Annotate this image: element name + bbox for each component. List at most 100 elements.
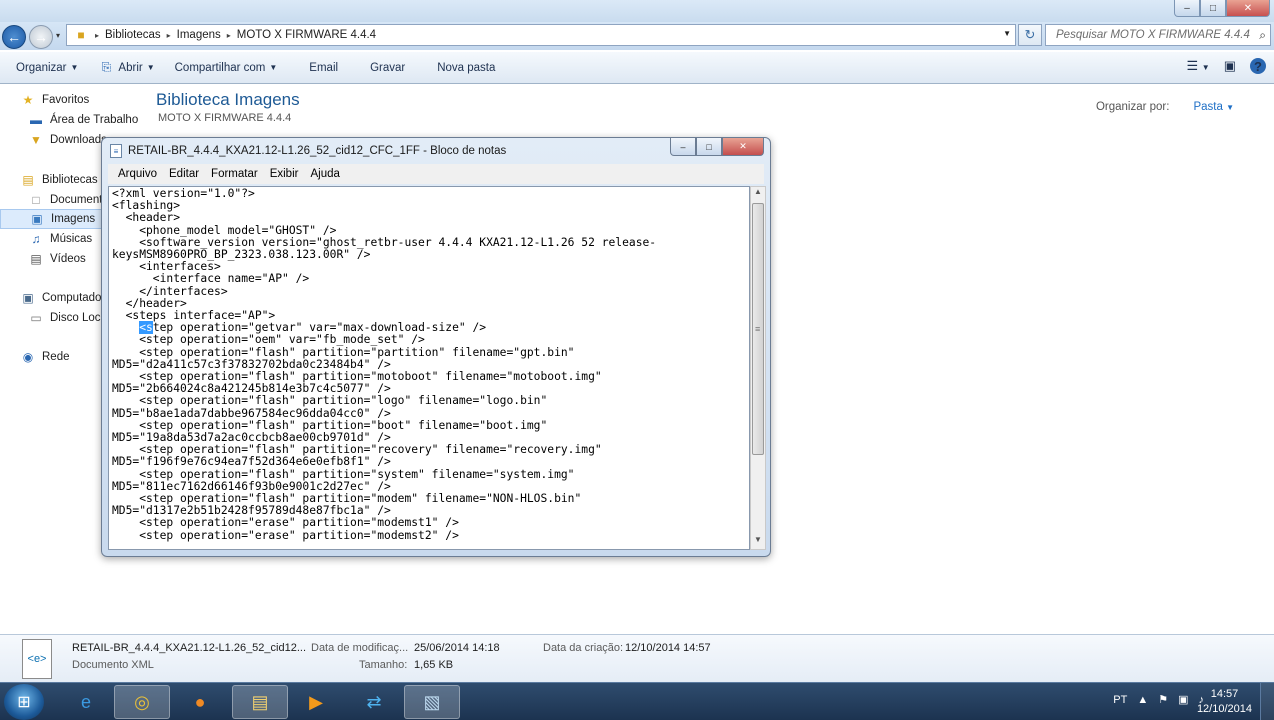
notepad-icon: ⎘ [101,60,112,74]
grip-icon: ≡ [755,324,761,334]
chrome-icon[interactable]: ◎ [114,685,170,719]
language-indicator[interactable]: PT [1113,694,1127,706]
minimize-button[interactable]: – [1174,0,1200,17]
teamviewer-icon[interactable]: ⇄ [346,685,402,719]
clock-time: 14:57 [1210,688,1239,700]
chevron-down-icon: ▼ [146,63,155,72]
notepad-titlebar[interactable]: ≡ RETAIL-BR_4.4.4_KXA21.12-L1.26_52_cid1… [110,144,506,158]
email-button[interactable]: Email [287,62,348,74]
notepad-taskbar-icon[interactable]: ▧ [404,685,460,719]
selected-text: <s [139,321,153,335]
refresh-button[interactable]: ↻ [1018,24,1042,46]
chevron-down-icon: ▼ [70,63,79,72]
explorer-window-controls: – □ ✕ [1174,0,1270,17]
open-button[interactable]: ⎘ Abrir ▼ [88,60,164,75]
notepad-maximize-button[interactable]: □ [696,138,722,156]
forward-button[interactable]: → [29,25,53,49]
recent-pages-dropdown[interactable]: ▾ [56,31,60,40]
arrange-by-dropdown[interactable]: Pasta ▼ [1181,101,1234,113]
arrange-by-label: Organizar por: [1095,101,1170,113]
burn-button[interactable]: Gravar [348,62,415,74]
nav-label: Rede [42,351,70,363]
nav-label: Downloads [50,134,107,146]
nav-favorites[interactable]: ★ Favoritos [0,90,140,110]
library-subtitle[interactable]: MOTO X FIRMWARE 4.4.4 [158,112,291,124]
file-type: Documento XML [72,659,154,671]
start-button[interactable]: ⊞ [4,684,44,720]
desktop-icon: ▬ [30,113,42,127]
clock[interactable]: 14:57 12/10/2014 [1197,687,1252,717]
breadcrumb-separator-icon[interactable]: ▸ [95,31,99,40]
internet-explorer-icon[interactable]: e [58,685,114,719]
address-dropdown-icon[interactable]: ▼ [1003,29,1011,38]
notepad-close-button[interactable]: ✕ [722,138,764,156]
notepad-minimize-button[interactable]: – [670,138,696,156]
notepad-menubar: Arquivo Editar Formatar Exibir Ajuda [108,164,764,184]
scrollbar-thumb[interactable]: ≡ [752,203,764,455]
nav-desktop[interactable]: ▬ Área de Trabalho [0,110,140,130]
menu-ajuda[interactable]: Ajuda [304,168,345,180]
search-input[interactable]: Pesquisar MOTO X FIRMWARE 4.4.4 ⌕ [1045,24,1271,46]
firefox-icon[interactable]: ● [172,685,228,719]
folder-icon: ■ [77,28,85,42]
file-name: RETAIL-BR_4.4.4_KXA21.12-L1.26_52_cid12.… [72,642,307,654]
notepad-text-area[interactable]: <?xml version="1.0"?> <flashing> <header… [108,186,750,550]
tray-expand-icon[interactable]: ▲ [1137,694,1148,706]
maximize-button[interactable]: □ [1200,0,1226,17]
documents-icon: □ [32,193,40,207]
xml-file-icon: <e> [22,639,52,679]
windows-explorer-icon[interactable]: ▤ [232,685,288,719]
menu-exibir[interactable]: Exibir [264,168,305,180]
command-toolbar: Organizar ▼ ⎘ Abrir ▼ Compartilhar com ▼ Ema… [0,52,1274,84]
nav-label: Computador [42,292,106,304]
address-bar[interactable]: ■ ▸ Bibliotecas ▸ Imagens ▸ MOTO X FIRMW… [66,24,1016,46]
scroll-down-icon[interactable]: ▼ [751,535,765,549]
preview-pane-icon[interactable]: ▣ [1224,58,1236,74]
share-button[interactable]: Compartilhar com ▼ [165,62,288,74]
images-icon: ▣ [31,212,43,226]
music-icon: ♫ [31,232,41,246]
menu-arquivo[interactable]: Arquivo [112,168,163,180]
nav-label: Bibliotecas [42,174,98,186]
organize-label: Organizar [16,61,67,74]
menu-formatar[interactable]: Formatar [205,168,264,180]
open-label: Abrir [118,61,143,74]
scroll-up-icon[interactable]: ▲ [751,187,765,201]
network-icon: ◉ [22,350,34,364]
back-button[interactable]: ← [2,25,26,49]
text-before-selection: <?xml version="1.0"?> <flashing> <header… [112,187,657,323]
computer-icon: ▣ [22,291,34,305]
view-options-icon[interactable]: ☰ ▼ [1187,58,1210,74]
breadcrumb-imagens[interactable]: Imagens [177,29,221,41]
search-placeholder: Pesquisar MOTO X FIRMWARE 4.4.4 [1056,29,1250,41]
taskbar: ⊞ e ◎ ● ▤ ▶ ⇄ ▧ PT ▲ ⚑ ▣ ♪ 14:57 12/10/2… [0,682,1274,720]
nav-label: Favoritos [42,94,90,106]
system-tray: PT ▲ ⚑ ▣ ♪ [1113,693,1204,707]
action-center-flag-icon[interactable]: ⚑ [1158,693,1168,706]
details-pane: <e> RETAIL-BR_4.4.4_KXA21.12-L1.26_52_ci… [0,634,1274,682]
breadcrumb-separator-icon[interactable]: ▸ [227,31,231,40]
help-icon[interactable]: ? [1250,58,1266,74]
breadcrumb-bibliotecas[interactable]: Bibliotecas [105,29,161,41]
nav-label: Vídeos [50,253,86,265]
breadcrumb-separator-icon[interactable]: ▸ [167,31,171,40]
menu-editar[interactable]: Editar [163,168,205,180]
close-button[interactable]: ✕ [1226,0,1270,17]
organize-button[interactable]: Organizar ▼ [0,62,88,74]
new-folder-button[interactable]: Nova pasta [415,62,505,74]
breadcrumb-moto-x-firmware[interactable]: MOTO X FIRMWARE 4.4.4 [237,29,376,41]
network-tray-icon[interactable]: ▣ [1178,693,1188,706]
size-value: 1,65 KB [414,659,454,671]
media-player-icon[interactable]: ▶ [288,685,344,719]
clock-date: 12/10/2014 [1196,703,1252,715]
notepad-window[interactable]: ≡ RETAIL-BR_4.4.4_KXA21.12-L1.26_52_cid1… [101,137,771,557]
text-after-selection: tep operation="getvar" var="max-download… [112,321,602,542]
modified-value: 25/06/2014 14:18 [414,642,500,654]
show-desktop-button[interactable] [1260,683,1274,720]
notepad-title: RETAIL-BR_4.4.4_KXA21.12-L1.26_52_cid12_… [128,145,507,157]
search-icon[interactable]: ⌕ [1259,28,1266,43]
xml-content: <?xml version="1.0"?> <flashing> <header… [109,187,749,542]
chevron-down-icon: ▼ [1226,103,1234,112]
vertical-scrollbar[interactable]: ▲ ≡ ▼ [750,186,766,550]
chevron-down-icon: ▼ [269,63,278,72]
